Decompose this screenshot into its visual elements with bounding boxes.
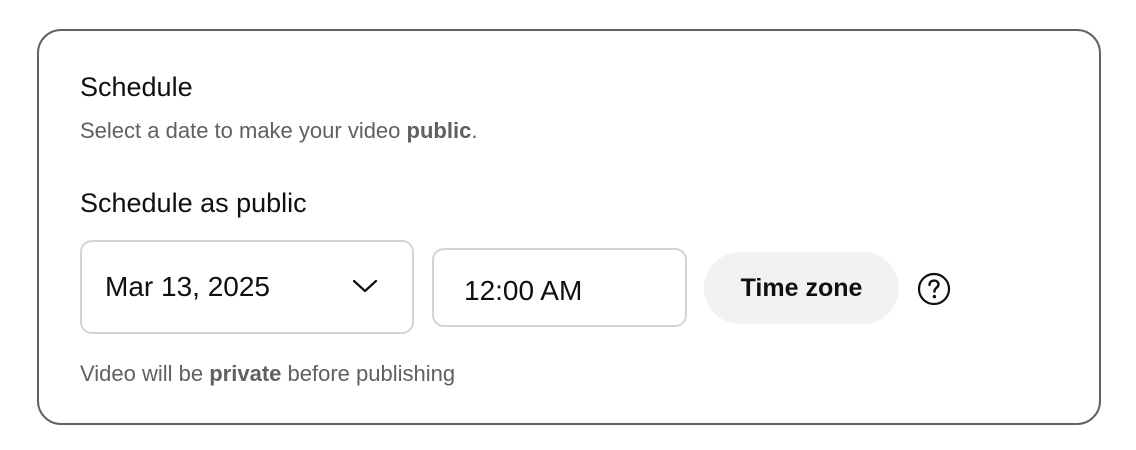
- date-dropdown[interactable]: Mar 13, 2025: [80, 240, 414, 334]
- schedule-subtitle: Select a date to make your video public.: [80, 117, 477, 145]
- note-emphasis: private: [209, 361, 282, 386]
- date-value: Mar 13, 2025: [105, 271, 270, 302]
- help-circle-icon[interactable]: [917, 272, 951, 306]
- subtitle-text: Select a date to make your video: [80, 118, 407, 143]
- note-text: Video will be: [80, 361, 210, 386]
- time-zone-button[interactable]: Time zone: [704, 252, 899, 324]
- time-input[interactable]: 12:00 AM: [432, 248, 687, 327]
- note-text-end: before publishing: [281, 361, 456, 386]
- schedule-as-public-label: Schedule as public: [80, 188, 307, 218]
- subtitle-period: .: [471, 118, 478, 143]
- schedule-title: Schedule: [80, 72, 193, 102]
- time-value: 12:00 AM: [464, 275, 583, 306]
- schedule-card: Schedule Select a date to make your vide…: [37, 29, 1101, 425]
- privacy-note: Video will be private before publishing: [80, 360, 455, 388]
- subtitle-emphasis: public: [406, 118, 472, 143]
- chevron-down-icon: [352, 279, 378, 293]
